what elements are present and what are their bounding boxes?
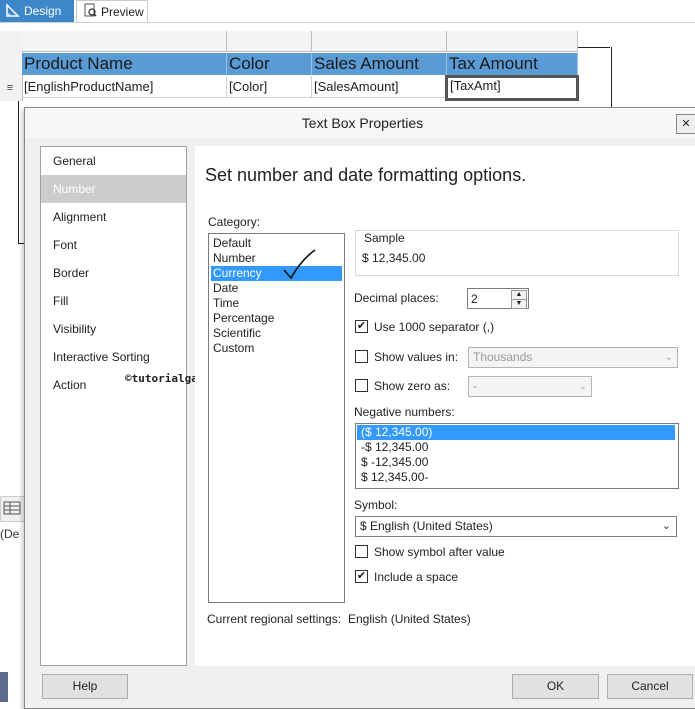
chevron-down-icon: ⌄ (661, 520, 671, 532)
category-item-percentage[interactable]: Percentage (211, 311, 342, 326)
regional-settings-label: Current regional settings: (207, 612, 342, 626)
text-box-properties-dialog: Text Box Properties ✕ General Number Ali… (24, 107, 695, 709)
show-zero-checkbox[interactable] (355, 379, 368, 392)
chevron-down-icon: ⌄ (578, 381, 587, 392)
nav-item-border[interactable]: Border (41, 259, 186, 287)
negative-item[interactable]: -$ 12,345.00 (357, 440, 675, 455)
tab-divider (0, 22, 695, 23)
nav-item-interactive-sorting[interactable]: Interactive Sorting (41, 343, 186, 371)
data-cell-tax-amount-selected[interactable]: [TaxAmt] (445, 75, 579, 101)
header-cell-product-name[interactable]: Product Name (22, 53, 227, 75)
sample-group: Sample $ 12,345.00 (355, 230, 679, 276)
dialog-title: Text Box Properties (25, 108, 695, 138)
side-panel-fragment: (De (0, 527, 20, 541)
column-handle[interactable] (312, 31, 447, 51)
data-cell-color[interactable]: [Color] (227, 76, 312, 98)
properties-nav: General Number Alignment Font Border Fil… (40, 146, 187, 666)
include-space-checkbox[interactable]: ✔ (355, 570, 368, 583)
use-separator-checkbox[interactable]: ✔ (355, 320, 368, 333)
category-item-time[interactable]: Time (211, 296, 342, 311)
sample-value: $ 12,345.00 (362, 251, 426, 265)
negative-numbers-label: Negative numbers: (354, 405, 455, 419)
show-values-label: Show values in: (374, 350, 459, 364)
column-handles[interactable] (22, 31, 578, 52)
negative-item[interactable]: $ 12,345.00- (357, 470, 675, 485)
nav-item-general[interactable]: General (41, 147, 186, 175)
negative-numbers-list[interactable]: ($ 12,345.00) -$ 12,345.00 $ -12,345.00 … (355, 423, 679, 489)
data-cell-product-name[interactable]: [EnglishProductName] (22, 76, 227, 98)
show-symbol-after-checkbox[interactable] (355, 545, 368, 558)
show-values-value: Thousands (473, 350, 533, 364)
header-cell-color[interactable]: Color (227, 53, 312, 75)
chevron-down-icon: ⌄ (664, 352, 673, 363)
show-values-select[interactable]: Thousands ⌄ (468, 347, 678, 368)
design-icon (6, 2, 20, 20)
include-space-label: Include a space (374, 570, 459, 584)
nav-item-number[interactable]: Number (41, 175, 186, 203)
show-zero-select[interactable]: - ⌄ (468, 376, 592, 397)
header-cell-sales-amount[interactable]: Sales Amount (312, 53, 447, 75)
category-list[interactable]: Default Number Currency Date Time Percen… (208, 233, 345, 603)
symbol-select[interactable]: $ English (United States) ⌄ (355, 516, 677, 537)
report-body-frame-top (578, 47, 610, 48)
header-cell-tax-amount[interactable]: Tax Amount (447, 53, 578, 75)
show-values-checkbox[interactable] (355, 350, 368, 363)
page-heading: Set number and date formatting options. (205, 165, 527, 185)
nav-item-fill[interactable]: Fill (41, 287, 186, 315)
tab-preview[interactable]: Preview (76, 0, 148, 22)
tab-preview-label: Preview (101, 4, 144, 19)
nav-item-visibility[interactable]: Visibility (41, 315, 186, 343)
category-item-scientific[interactable]: Scientific (211, 326, 342, 341)
show-symbol-after-label: Show symbol after value (374, 545, 505, 559)
close-icon[interactable]: ✕ (676, 114, 695, 134)
category-item-custom[interactable]: Custom (211, 341, 342, 356)
decimal-places-value: 2 (471, 292, 478, 306)
checkmark-annotation-icon (283, 249, 316, 280)
category-item-currency[interactable]: Currency (211, 266, 342, 281)
column-handle[interactable] (227, 31, 312, 51)
category-label: Category: (208, 215, 261, 229)
negative-item[interactable]: $ -12,345.00 (357, 455, 675, 470)
spin-down-icon[interactable]: ▼ (511, 299, 527, 309)
category-item-default[interactable]: Default (211, 236, 342, 251)
column-handle[interactable] (22, 31, 227, 51)
column-handle[interactable] (447, 31, 578, 51)
decimal-places-stepper[interactable]: 2 ▲ ▼ (467, 288, 529, 309)
cancel-button[interactable]: Cancel (607, 674, 693, 699)
negative-item[interactable]: ($ 12,345.00) (357, 425, 675, 440)
category-item-date[interactable]: Date (211, 281, 342, 296)
decimal-places-label: Decimal places: (354, 291, 439, 305)
ok-button[interactable]: OK (512, 674, 599, 699)
regional-settings-value: English (United States) (348, 612, 471, 626)
row-menu-icon[interactable]: ≡ (3, 81, 17, 95)
show-zero-value: - (473, 379, 477, 393)
nav-item-font[interactable]: Font (41, 231, 186, 259)
symbol-value: $ English (United States) (360, 519, 493, 533)
tab-design-label: Design (24, 4, 62, 18)
preview-icon (83, 3, 97, 20)
nav-item-alignment[interactable]: Alignment (41, 203, 186, 231)
side-panel-edge (0, 672, 8, 702)
data-cell-sales-amount[interactable]: [SalesAmount] (312, 76, 447, 98)
symbol-label: Symbol: (354, 498, 398, 512)
use-separator-label: Use 1000 separator (,) (374, 320, 495, 334)
grid-icon[interactable] (0, 496, 26, 522)
help-button[interactable]: Help (42, 674, 128, 699)
category-item-number[interactable]: Number (211, 251, 342, 266)
tab-design[interactable]: Design (0, 0, 74, 22)
show-zero-label: Show zero as: (374, 379, 451, 393)
sample-label: Sample (364, 231, 405, 245)
